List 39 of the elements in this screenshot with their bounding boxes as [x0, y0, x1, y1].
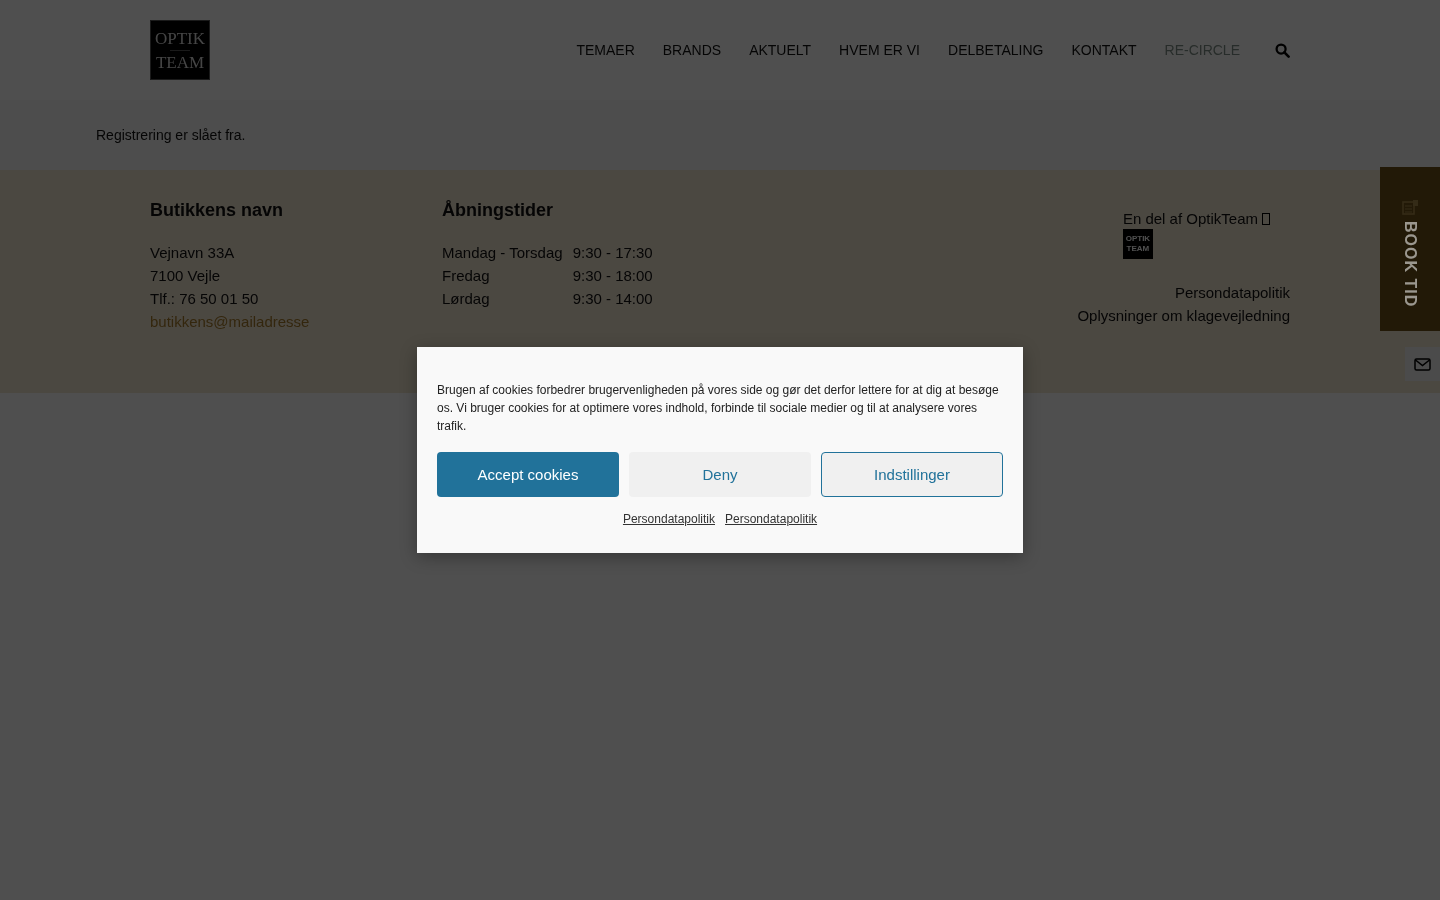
address-line: 7100 Vejle [150, 266, 222, 286]
day-label: Fredag [442, 266, 491, 286]
search-icon[interactable] [1275, 42, 1290, 58]
mail-button[interactable] [1405, 347, 1440, 381]
address-line: Tlf.: 76 50 01 50 [150, 289, 260, 309]
nav-link[interactable]: KONTAKT [1071, 42, 1137, 58]
hours-value: 9:30 - 14:00 [572, 289, 653, 309]
logo-text: OPTIK [1125, 234, 1151, 244]
nav-link[interactable]: TEMAER [576, 42, 635, 58]
logo[interactable]: OPTIK TEAM [150, 20, 210, 80]
address-line: Vejnavn 33A [150, 243, 236, 263]
policy-link[interactable]: Persondatapolitik [725, 512, 818, 526]
cookie-button[interactable]: Deny [629, 452, 811, 497]
cookie-button[interactable]: Accept cookies [437, 452, 619, 497]
nav-link[interactable]: DELBETALING [948, 42, 1044, 58]
notice-text: Registrering er slået fra. [96, 127, 246, 143]
book-label: BOOK TID [1401, 221, 1419, 308]
cookie-button[interactable]: Indstillinger [821, 452, 1003, 497]
logo-text: TEAM [1126, 244, 1150, 254]
nav-link[interactable]: AKTUELT [749, 42, 812, 58]
small-logo[interactable]: OPTIK TEAM [1122, 229, 1153, 259]
policy-link[interactable]: Persondatapolitik [622, 512, 715, 526]
day-label: Mandag - Torsdag [442, 243, 563, 263]
store-title: Butikkens navn [150, 200, 285, 221]
logo-text: TEAM [155, 52, 205, 72]
nav-link[interactable]: BRANDS [662, 42, 722, 58]
cookie-text: Brugen af cookies forbedrer brugervenligheden på vores side og gør det derfor lettere for at dig at besøge os. Vi bruger cookies for at optimere vores indhold, forbinde til sociale medier og til at analysere vores trafik. [437, 382, 1000, 435]
logo-text: OPTIK [154, 28, 206, 48]
mail-icon [1414, 357, 1431, 371]
hours-title: Åbningstider [442, 200, 554, 221]
footer-link[interactable]: Persondatapolitik [1174, 281, 1290, 304]
hours-value: 9:30 - 17:30 [572, 243, 653, 263]
partner-text: En del af OptikTeam [1122, 210, 1258, 227]
book-tab[interactable]: BOOK TID [1380, 167, 1440, 331]
footer-link[interactable]: Oplysninger om klagevejledning [1077, 304, 1290, 327]
day-label: Lørdag [442, 289, 491, 309]
glyph-box-icon [1262, 212, 1270, 225]
nav-link[interactable]: HVEM ER VI [839, 42, 920, 58]
hours-value: 9:30 - 18:00 [572, 266, 653, 286]
